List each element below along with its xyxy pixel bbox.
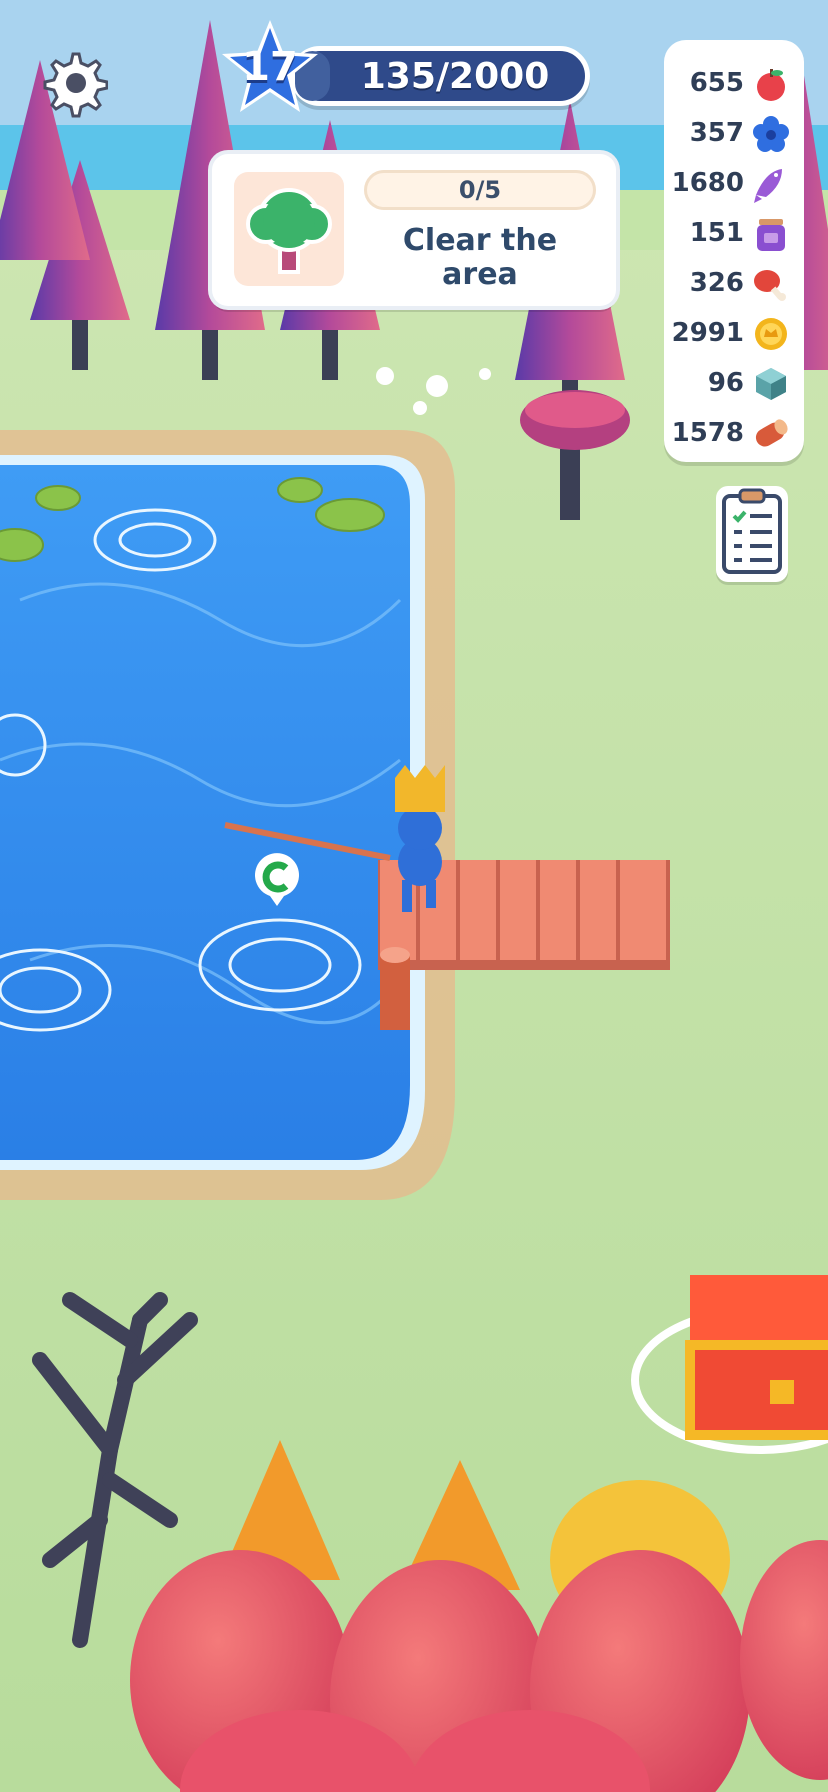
resource-row: 1578 xyxy=(664,408,804,458)
resource-count: 357 xyxy=(689,118,744,148)
pond xyxy=(0,430,455,1200)
resource-count: 326 xyxy=(689,268,744,298)
apple-icon xyxy=(752,65,790,103)
resource-count: 1680 xyxy=(671,168,744,198)
resource-row: 96 xyxy=(664,358,804,408)
fishing-spot-marker[interactable] xyxy=(252,852,302,908)
resource-row: 151 xyxy=(664,208,804,258)
resource-row: 2991 xyxy=(664,308,804,358)
level-badge: 17 xyxy=(218,16,322,120)
resource-row: 357 xyxy=(664,108,804,158)
resource-count: 1578 xyxy=(671,418,744,448)
quest-progress: 0/5 xyxy=(364,170,596,210)
resource-row: 1680 xyxy=(664,158,804,208)
fish-hook-icon xyxy=(255,853,299,906)
stone-cube-icon xyxy=(752,365,790,403)
quest-card[interactable]: 0/5 Clear the area xyxy=(212,154,616,306)
xp-text: 135/2000 xyxy=(360,55,550,97)
purple-fish-icon xyxy=(752,165,790,203)
resource-row: 326 xyxy=(664,258,804,308)
gold-coin-icon xyxy=(752,315,790,353)
wood-log-icon xyxy=(752,415,790,453)
xp-progress-bar: 135/2000 xyxy=(290,46,590,106)
resource-count: 2991 xyxy=(671,318,744,348)
level-number: 17 xyxy=(242,44,298,90)
quest-title: Clear the area xyxy=(402,223,558,292)
tree-icon xyxy=(246,188,332,274)
resource-count: 96 xyxy=(707,368,744,398)
resource-panel: 655 357 1680 151 326 2991 96 1578 xyxy=(664,40,804,462)
resource-count: 655 xyxy=(689,68,744,98)
jam-jar-icon xyxy=(752,215,790,253)
quest-icon-box xyxy=(234,172,344,286)
tasks-button[interactable] xyxy=(716,486,788,582)
blue-flower-icon xyxy=(752,115,790,153)
settings-button[interactable] xyxy=(38,48,109,118)
gear-icon xyxy=(43,52,109,118)
clipboard-icon xyxy=(722,488,782,574)
meat-leg-icon xyxy=(752,265,790,303)
resource-row: 655 xyxy=(664,58,804,108)
resource-count: 151 xyxy=(689,218,744,248)
